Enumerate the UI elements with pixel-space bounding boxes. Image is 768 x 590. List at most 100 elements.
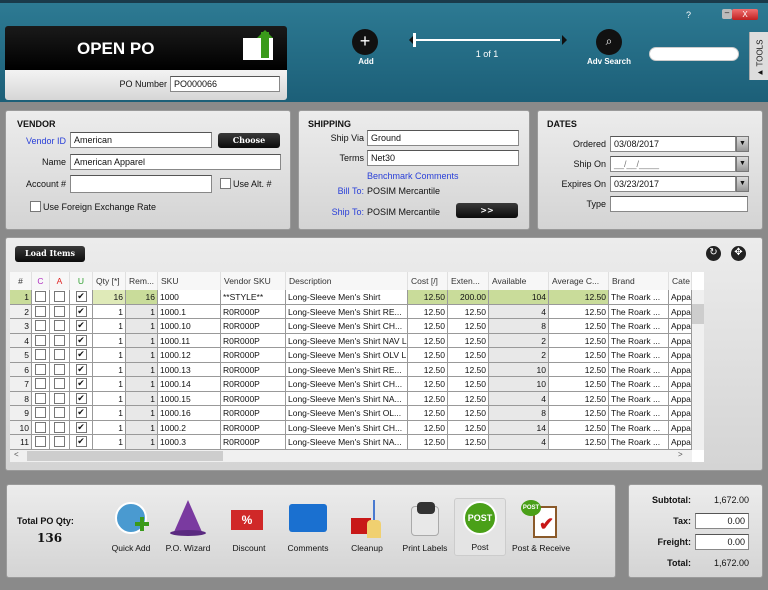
checkbox[interactable]	[35, 363, 46, 375]
cell-rem[interactable]: 1	[126, 420, 158, 435]
column-header-qty[interactable]: Qty [*]	[93, 272, 126, 290]
tools-tab[interactable]: ▲ TOOLS	[749, 32, 768, 80]
table-row[interactable]: 10 ✔ 1 1 1000.2 R0R000P Long-Sleeve Men's Shir…	[10, 420, 692, 435]
column-header-a[interactable]: A	[50, 272, 70, 290]
column-header-rem[interactable]: Rem...	[126, 272, 158, 290]
discount-button[interactable]: % Discount	[219, 500, 279, 553]
cell-a[interactable]	[50, 377, 70, 392]
cell-qty[interactable]: 1	[93, 435, 126, 450]
checkbox[interactable]	[54, 436, 65, 447]
foreign-exchange-checkbox[interactable]	[30, 201, 41, 212]
table-row[interactable]: 11 ✔ 1 1 1000.3 R0R000P Long-Sleeve Men's Shir…	[10, 435, 692, 450]
checkbox[interactable]: ✔	[75, 305, 87, 317]
checkbox[interactable]	[54, 320, 65, 331]
cell-u[interactable]: ✔	[70, 420, 93, 435]
cell-u[interactable]: ✔	[70, 377, 93, 392]
post-button[interactable]: POST Post	[454, 498, 506, 556]
ship-on-dropdown-icon[interactable]: ▼	[736, 156, 749, 172]
checkbox[interactable]	[35, 349, 46, 360]
cell-rem[interactable]: 1	[126, 377, 158, 392]
record-slider[interactable]	[414, 39, 560, 41]
table-row[interactable]: 6 ✔ 1 1 1000.13 R0R000P Long-Sleeve Men's Shir…	[10, 362, 692, 377]
checkbox[interactable]: ✔	[75, 378, 87, 389]
checkbox[interactable]	[35, 421, 46, 433]
column-header-description[interactable]: Description	[286, 272, 408, 290]
column-header-brand[interactable]: Brand	[609, 272, 669, 290]
cell-rem[interactable]: 1	[126, 435, 158, 450]
cell-rem[interactable]: 1	[126, 406, 158, 421]
checkbox[interactable]: ✔	[75, 407, 87, 418]
cell-a[interactable]	[50, 348, 70, 363]
cell-a[interactable]	[50, 406, 70, 421]
table-row[interactable]: 9 ✔ 1 1 1000.16 R0R000P Long-Sleeve Men's Shir…	[10, 406, 692, 421]
cell-qty[interactable]: 1	[93, 319, 126, 334]
cell-u[interactable]: ✔	[70, 391, 93, 406]
cell-u[interactable]: ✔	[70, 290, 93, 305]
cell-a[interactable]	[50, 290, 70, 305]
cell-rem[interactable]: 1	[126, 362, 158, 377]
cell-c[interactable]	[32, 420, 50, 435]
column-header-sku[interactable]: SKU	[158, 272, 221, 290]
cell-a[interactable]	[50, 435, 70, 450]
load-items-button[interactable]: Load Items	[15, 246, 85, 262]
column-header-u[interactable]: U	[70, 272, 93, 290]
cell-u[interactable]: ✔	[70, 348, 93, 363]
cell-rem[interactable]: 1	[126, 333, 158, 348]
cell-rem[interactable]: 1	[126, 319, 158, 334]
cell-u[interactable]: ✔	[70, 319, 93, 334]
checkbox[interactable]	[54, 363, 65, 375]
checkbox[interactable]: ✔	[75, 436, 87, 447]
tax-field[interactable]: 0.00	[695, 513, 749, 529]
expires-date-field[interactable]: 03/23/2017	[610, 176, 736, 192]
terms-field[interactable]: Net30	[367, 150, 519, 166]
column-header-category[interactable]: Cate	[669, 272, 692, 290]
adv-search-label[interactable]: Adv Search	[583, 57, 635, 66]
cell-a[interactable]	[50, 333, 70, 348]
add-label[interactable]: Add	[352, 57, 380, 66]
column-header-available[interactable]: Available	[489, 272, 549, 290]
checkbox[interactable]	[54, 378, 65, 389]
next-record-icon[interactable]	[562, 35, 572, 45]
post-receive-button[interactable]: ✔ POST Post & Receive	[511, 500, 571, 553]
cell-a[interactable]	[50, 304, 70, 319]
checkbox[interactable]	[54, 421, 65, 433]
cell-a[interactable]	[50, 319, 70, 334]
print-labels-button[interactable]: Print Labels	[395, 500, 455, 553]
checkbox[interactable]: ✔	[75, 291, 87, 302]
cell-u[interactable]: ✔	[70, 406, 93, 421]
cell-a[interactable]	[50, 362, 70, 377]
horizontal-scrollbar[interactable]: < >	[10, 450, 692, 462]
cell-rem[interactable]: 1	[126, 391, 158, 406]
minimize-button[interactable]: –	[722, 9, 732, 19]
type-field[interactable]	[610, 196, 748, 212]
cell-qty[interactable]: 1	[93, 348, 126, 363]
slider-handle[interactable]	[413, 33, 416, 47]
checkbox[interactable]: ✔	[75, 349, 87, 360]
cell-c[interactable]	[32, 319, 50, 334]
refresh-icon[interactable]: ↻	[706, 246, 721, 261]
checkbox[interactable]	[35, 305, 46, 317]
adv-search-icon[interactable]: ⌕	[596, 29, 622, 55]
move-icon[interactable]: ✥	[731, 246, 746, 261]
close-button[interactable]: X	[732, 9, 758, 20]
vendor-id-field[interactable]: American	[70, 132, 212, 148]
table-row[interactable]: 3 ✔ 1 1 1000.10 R0R000P Long-Sleeve Men's Shir…	[10, 319, 692, 334]
ordered-date-field[interactable]: 03/08/2017	[610, 136, 736, 152]
choose-button[interactable]: Choose	[218, 133, 280, 148]
help-button[interactable]: ?	[686, 10, 691, 20]
checkbox[interactable]	[54, 407, 65, 418]
cell-qty[interactable]: 1	[93, 406, 126, 421]
p-o-wizard-button[interactable]: P.O. Wizard	[158, 500, 218, 553]
cell-c[interactable]	[32, 406, 50, 421]
name-field[interactable]: American Apparel	[70, 154, 281, 170]
cell-c[interactable]	[32, 435, 50, 450]
cell-c[interactable]	[32, 333, 50, 348]
ship-to-link[interactable]: Ship To:	[299, 207, 364, 217]
checkbox[interactable]	[35, 320, 46, 331]
cell-c[interactable]	[32, 348, 50, 363]
bill-to-link[interactable]: Bill To:	[299, 186, 364, 196]
checkbox[interactable]: ✔	[75, 320, 87, 331]
cell-u[interactable]: ✔	[70, 333, 93, 348]
account-field[interactable]	[70, 175, 212, 193]
checkbox[interactable]: ✔	[75, 334, 87, 346]
